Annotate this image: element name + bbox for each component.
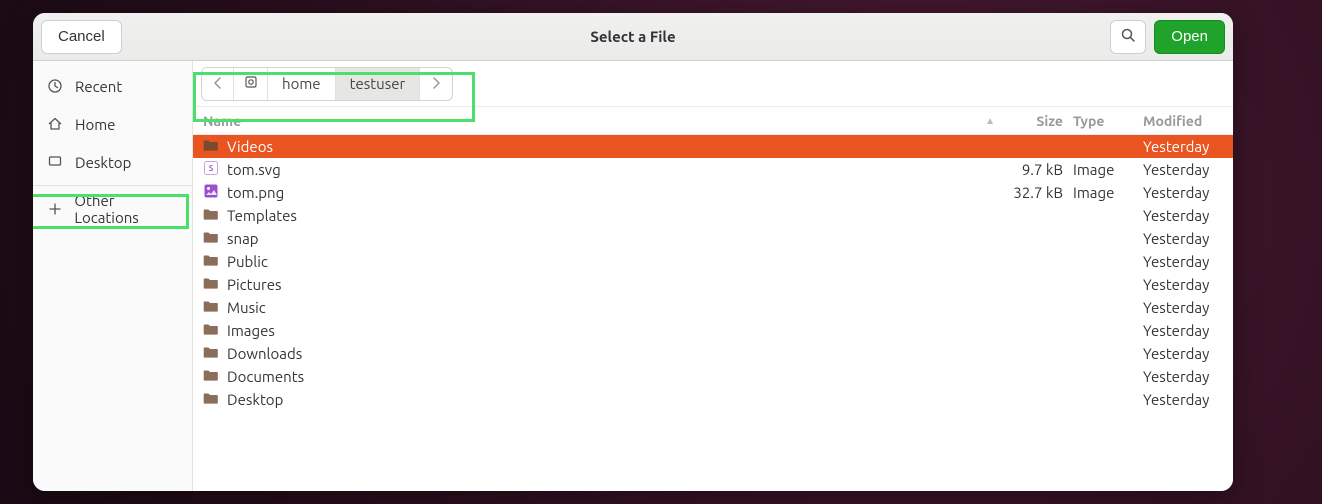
file-modified: Yesterday xyxy=(1143,299,1223,316)
file-size: 32.7 kB xyxy=(1003,184,1073,201)
desktop-icon xyxy=(47,154,63,170)
sidebar-separator xyxy=(33,185,192,186)
column-headers: Name ▲ Size Type Modified xyxy=(193,107,1233,135)
file-row[interactable]: Pictures Yesterday xyxy=(193,273,1233,296)
sidebar: Recent Home Desktop Other Locations xyxy=(33,61,193,491)
file-row[interactable]: Images Yesterday xyxy=(193,319,1233,342)
file-row[interactable]: Documents Yesterday xyxy=(193,365,1233,388)
path-back-button[interactable] xyxy=(202,68,234,100)
home-icon xyxy=(47,116,63,132)
dialog-title: Select a File xyxy=(33,28,1233,45)
path-root-button[interactable] xyxy=(234,68,268,100)
file-row[interactable]: Downloads Yesterday xyxy=(193,342,1233,365)
sidebar-item-recent[interactable]: Recent xyxy=(33,67,192,105)
file-modified: Yesterday xyxy=(1143,391,1223,408)
column-header-type[interactable]: Type xyxy=(1073,113,1143,129)
pathbar: home testuser xyxy=(201,67,453,101)
path-forward-button[interactable] xyxy=(420,68,452,100)
sort-asc-icon: ▲ xyxy=(985,115,995,127)
file-type: Image xyxy=(1073,161,1143,178)
column-header-modified[interactable]: Modified xyxy=(1143,113,1223,129)
file-row[interactable]: Public Yesterday xyxy=(193,250,1233,273)
sidebar-item-desktop[interactable]: Desktop xyxy=(33,143,192,181)
sidebar-item-label: Recent xyxy=(75,78,122,95)
file-name: tom.svg xyxy=(227,161,281,178)
file-name: tom.png xyxy=(227,184,284,201)
column-header-name[interactable]: Name ▲ xyxy=(193,113,1003,129)
folder-icon xyxy=(203,321,219,340)
column-header-size[interactable]: Size xyxy=(1003,113,1073,129)
file-modified: Yesterday xyxy=(1143,322,1223,339)
file-modified: Yesterday xyxy=(1143,161,1223,178)
file-size: 9.7 kB xyxy=(1003,161,1073,178)
folder-icon xyxy=(203,298,219,317)
folder-icon xyxy=(203,206,219,225)
header-bar: Cancel Select a File Open xyxy=(33,13,1233,61)
main-pane: home testuser Name ▲ Size Type Modified xyxy=(193,61,1233,491)
folder-icon xyxy=(203,344,219,363)
search-icon xyxy=(1120,27,1136,47)
sidebar-item-home[interactable]: Home xyxy=(33,105,192,143)
folder-icon xyxy=(203,367,219,386)
sidebar-item-label: Other Locations xyxy=(74,192,178,226)
open-button[interactable]: Open xyxy=(1154,20,1225,54)
png-icon xyxy=(203,183,219,202)
file-modified: Yesterday xyxy=(1143,276,1223,293)
plus-icon xyxy=(47,201,62,217)
file-name: Videos xyxy=(227,138,273,155)
folder-icon xyxy=(203,275,219,294)
folder-icon xyxy=(203,252,219,271)
file-chooser-dialog: Cancel Select a File Open Recent xyxy=(33,13,1233,491)
file-row[interactable]: Desktop Yesterday xyxy=(193,388,1233,411)
file-modified: Yesterday xyxy=(1143,184,1223,201)
file-name: Desktop xyxy=(227,391,283,408)
sidebar-item-other-locations[interactable]: Other Locations xyxy=(33,190,192,228)
file-name: Music xyxy=(227,299,266,316)
chevron-right-icon xyxy=(431,75,441,92)
drive-icon xyxy=(244,75,258,92)
path-segment-home[interactable]: home xyxy=(268,68,336,100)
file-row[interactable]: Videos Yesterday xyxy=(193,135,1233,158)
cancel-button[interactable]: Cancel xyxy=(41,20,122,54)
file-type: Image xyxy=(1073,184,1143,201)
file-row[interactable]: tom.png 32.7 kBImageYesterday xyxy=(193,181,1233,204)
file-name: Templates xyxy=(227,207,297,224)
file-name: Documents xyxy=(227,368,304,385)
file-modified: Yesterday xyxy=(1143,368,1223,385)
folder-icon xyxy=(203,390,219,409)
file-row[interactable]: Templates Yesterday xyxy=(193,204,1233,227)
sidebar-item-label: Desktop xyxy=(75,154,131,171)
file-modified: Yesterday xyxy=(1143,253,1223,270)
file-name: Public xyxy=(227,253,268,270)
file-name: Images xyxy=(227,322,275,339)
clock-icon xyxy=(47,78,63,94)
file-name: Downloads xyxy=(227,345,302,362)
file-modified: Yesterday xyxy=(1143,138,1223,155)
file-row[interactable]: Stom.svg 9.7 kBImageYesterday xyxy=(193,158,1233,181)
folder-icon xyxy=(203,229,219,248)
path-segment-testuser[interactable]: testuser xyxy=(336,68,421,100)
folder-icon xyxy=(203,137,219,156)
svg-text:S: S xyxy=(209,164,214,173)
sidebar-item-label: Home xyxy=(75,116,115,133)
search-button[interactable] xyxy=(1110,20,1146,54)
pathbar-row: home testuser xyxy=(193,61,1233,107)
svg-icon: S xyxy=(203,160,219,179)
chevron-left-icon xyxy=(213,75,223,92)
file-modified: Yesterday xyxy=(1143,230,1223,247)
file-list[interactable]: VideosYesterdayStom.svg9.7 kBImageYester… xyxy=(193,135,1233,491)
file-row[interactable]: snap Yesterday xyxy=(193,227,1233,250)
file-name: Pictures xyxy=(227,276,282,293)
file-modified: Yesterday xyxy=(1143,345,1223,362)
file-row[interactable]: Music Yesterday xyxy=(193,296,1233,319)
file-modified: Yesterday xyxy=(1143,207,1223,224)
file-name: snap xyxy=(227,230,259,247)
